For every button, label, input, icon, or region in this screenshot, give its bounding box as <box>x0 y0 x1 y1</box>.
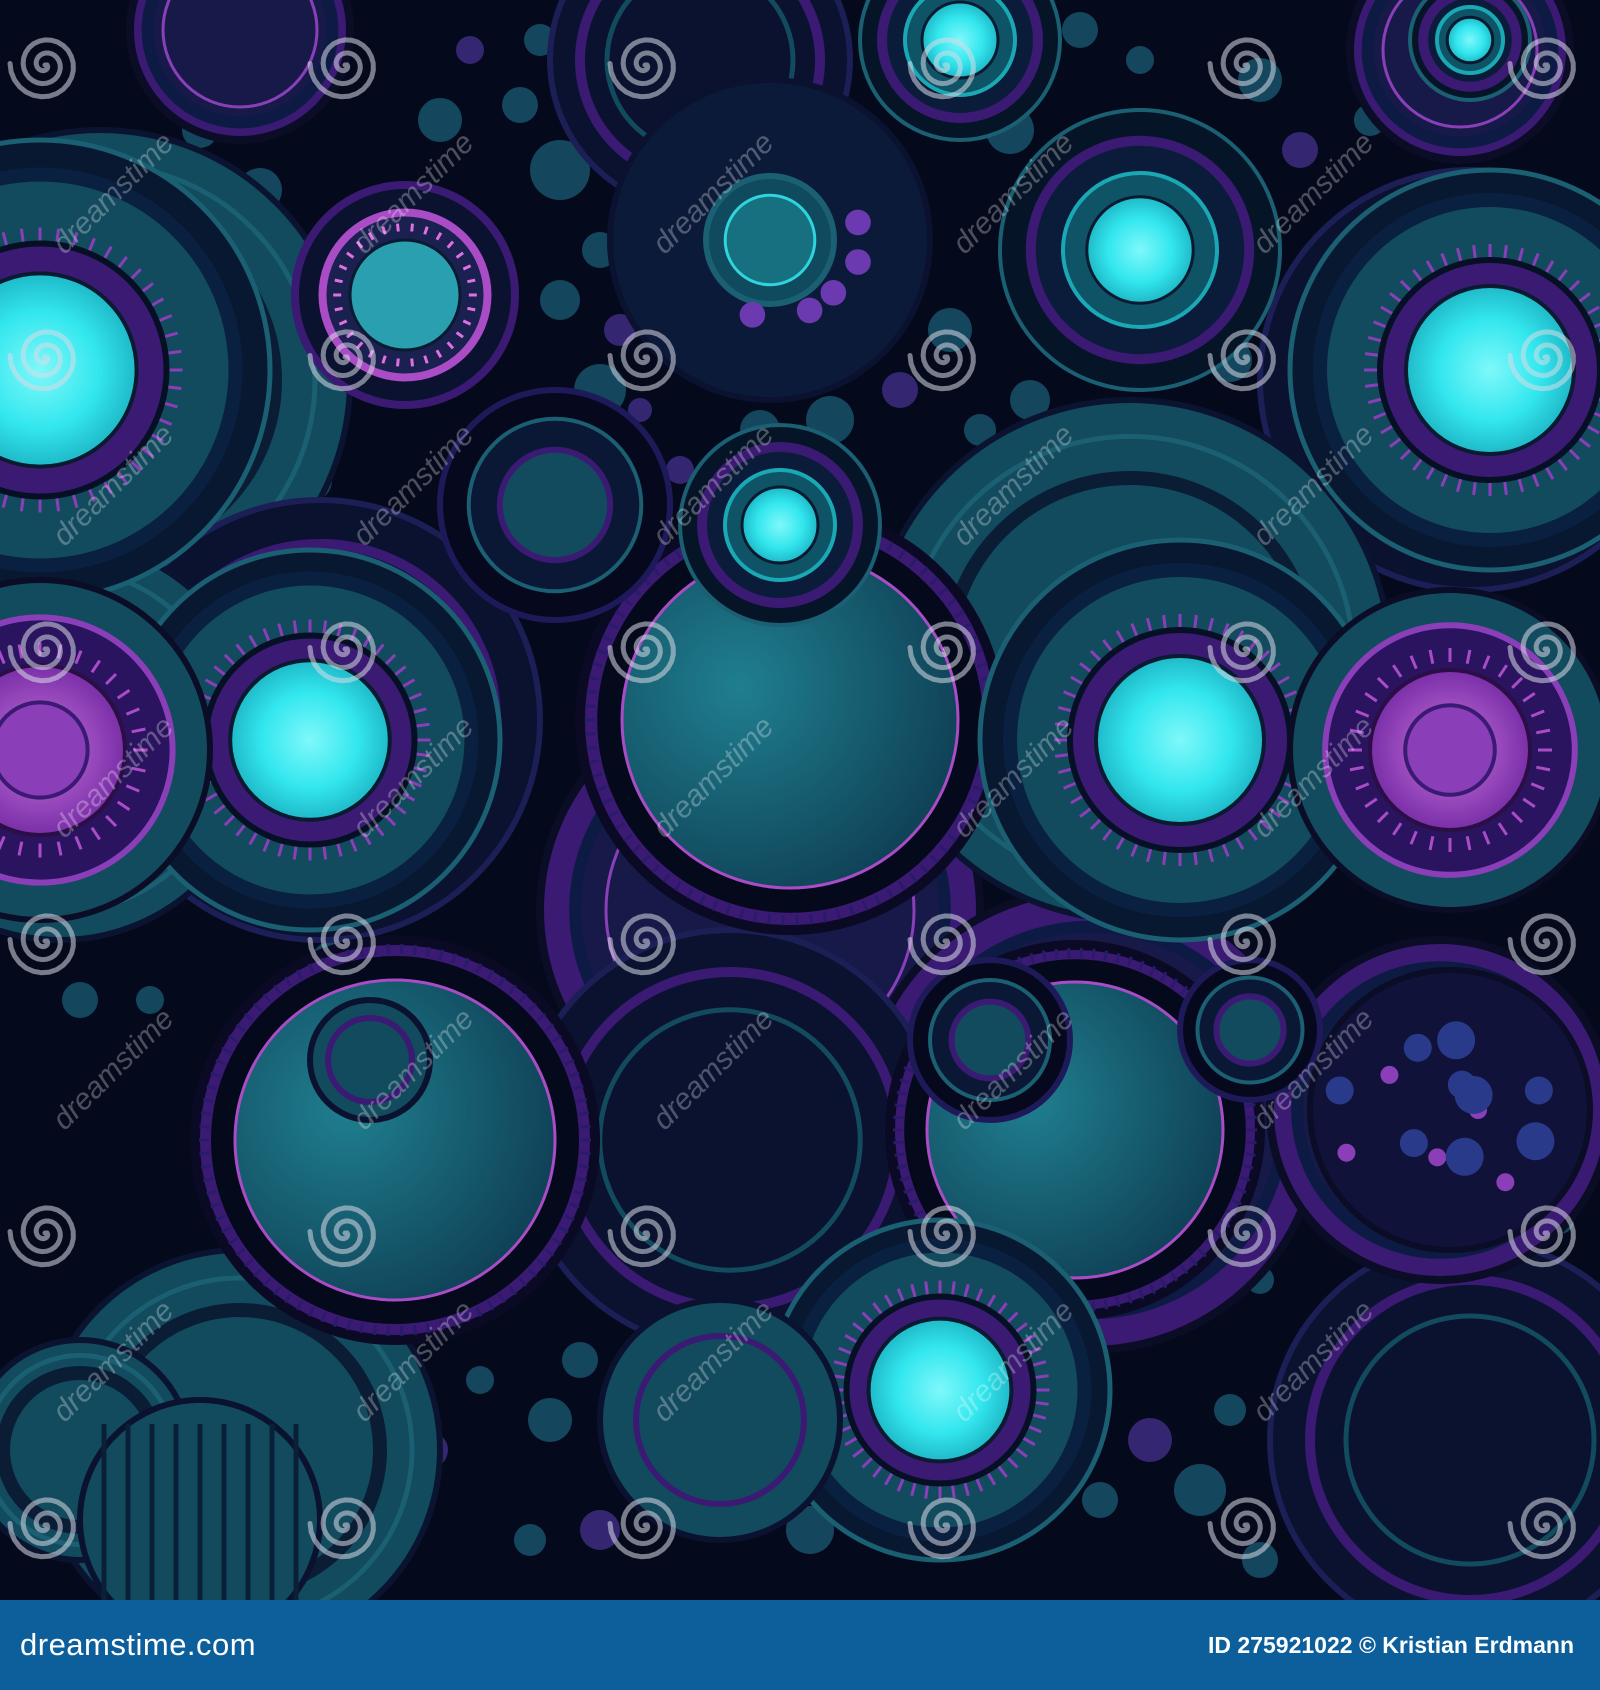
spiral-logo-icon <box>307 329 376 392</box>
watermark-text: dreamstime <box>946 1294 1080 1428</box>
watermark-text: dreamstime <box>46 1294 180 1428</box>
pattern-image: dreamstime dreamstime dreamstime dreamstime… <box>0 0 1600 1600</box>
spiral-logo-icon <box>607 621 676 684</box>
spiral-logo-icon <box>7 1205 76 1268</box>
spiral-logo-icon <box>1207 37 1276 100</box>
spiral-logo-icon <box>1207 329 1276 392</box>
spiral-logo-icon <box>7 621 76 684</box>
spiral-logo-icon <box>1207 1205 1276 1268</box>
spiral-logo-icon <box>907 1205 976 1268</box>
watermark-text: dreamstime <box>46 126 180 260</box>
spiral-logo-icon <box>307 37 376 100</box>
spiral-logo-icon <box>907 329 976 392</box>
watermark-text: dreamstime <box>346 126 480 260</box>
image-credit: ID 275921022 © Kristian Erdmann <box>1208 1631 1574 1658</box>
watermark-overlay: dreamstime dreamstime dreamstime dreamstime… <box>7 37 1576 1560</box>
spiral-logo-icon <box>7 1497 76 1560</box>
spiral-logo-icon <box>307 913 376 976</box>
spiral-logo-icon <box>1507 329 1576 392</box>
spiral-logo-icon <box>1507 621 1576 684</box>
brand-label[interactable]: dreamstime.com <box>20 1627 256 1663</box>
watermark-text: dreamstime <box>346 710 480 844</box>
spiral-logo-icon <box>607 1497 676 1560</box>
watermark-text: dreamstime <box>346 1002 480 1136</box>
watermark-text: dreamstime <box>646 1294 780 1428</box>
credit-bar: dreamstime.com ID 275921022 © Kristian E… <box>0 1600 1600 1690</box>
watermark-text: dreamstime <box>1246 418 1380 552</box>
watermark-text: dreamstime <box>46 418 180 552</box>
watermark-text: dreamstime <box>46 710 180 844</box>
watermark-text: dreamstime <box>946 1002 1080 1136</box>
spiral-logo-icon <box>1207 621 1276 684</box>
watermark-text: dreamstime <box>646 1002 780 1136</box>
spiral-logo-icon <box>907 913 976 976</box>
spiral-logo-icon <box>1507 1497 1576 1560</box>
spiral-logo-icon <box>607 1205 676 1268</box>
watermark-text: dreamstime <box>1246 710 1380 844</box>
watermark-text: dreamstime <box>646 710 780 844</box>
watermark-text: dreamstime <box>946 710 1080 844</box>
watermark-text: dreamstime <box>46 1002 180 1136</box>
watermark-text: dreamstime <box>1246 126 1380 260</box>
watermark-text: dreamstime <box>346 1294 480 1428</box>
spiral-logo-icon <box>307 621 376 684</box>
spiral-logo-icon <box>607 37 676 100</box>
spiral-logo-icon <box>307 1497 376 1560</box>
watermark-text: dreamstime <box>946 126 1080 260</box>
watermark-text: dreamstime <box>646 126 780 260</box>
spiral-logo-icon <box>1507 1205 1576 1268</box>
spiral-logo-icon <box>907 37 976 100</box>
watermark-text: dreamstime <box>346 418 480 552</box>
spiral-logo-icon <box>1507 913 1576 976</box>
spiral-logo-icon <box>307 1205 376 1268</box>
spiral-logo-icon <box>1207 913 1276 976</box>
watermark-text: dreamstime <box>646 418 780 552</box>
spiral-logo-icon <box>1507 37 1576 100</box>
spiral-logo-icon <box>907 621 976 684</box>
watermark-text: dreamstime <box>1246 1294 1380 1428</box>
watermark-text: dreamstime <box>1246 1002 1380 1136</box>
spiral-logo-icon <box>7 329 76 392</box>
spiral-logo-icon <box>7 37 76 100</box>
watermark-text: dreamstime <box>946 418 1080 552</box>
spiral-logo-icon <box>607 913 676 976</box>
spiral-logo-icon <box>907 1497 976 1560</box>
spiral-logo-icon <box>607 329 676 392</box>
spiral-logo-icon <box>1207 1497 1276 1560</box>
spiral-logo-icon <box>7 913 76 976</box>
